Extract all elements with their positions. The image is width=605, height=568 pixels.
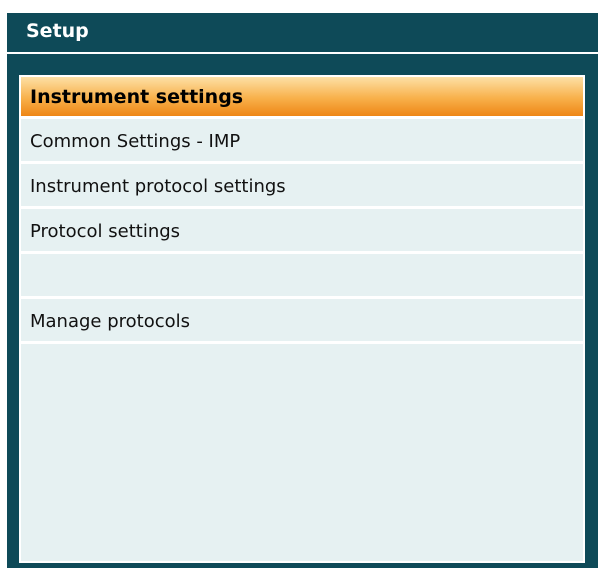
menu-item-instrument-protocol-settings[interactable]: Instrument protocol settings <box>21 167 583 209</box>
setup-menu-panel: Instrument settings Common Settings - IM… <box>19 75 585 563</box>
setup-window: Setup Instrument settings Common Setting… <box>7 13 598 568</box>
window-title: Setup <box>26 20 89 42</box>
menu-item-empty <box>21 257 583 299</box>
menu-item-common-settings-imp[interactable]: Common Settings - IMP <box>21 122 583 164</box>
title-divider <box>7 52 598 54</box>
menu-item-protocol-settings[interactable]: Protocol settings <box>21 212 583 254</box>
title-bar: Setup <box>7 13 598 51</box>
menu-item-instrument-settings[interactable]: Instrument settings <box>21 77 583 119</box>
menu-item-manage-protocols[interactable]: Manage protocols <box>21 302 583 344</box>
